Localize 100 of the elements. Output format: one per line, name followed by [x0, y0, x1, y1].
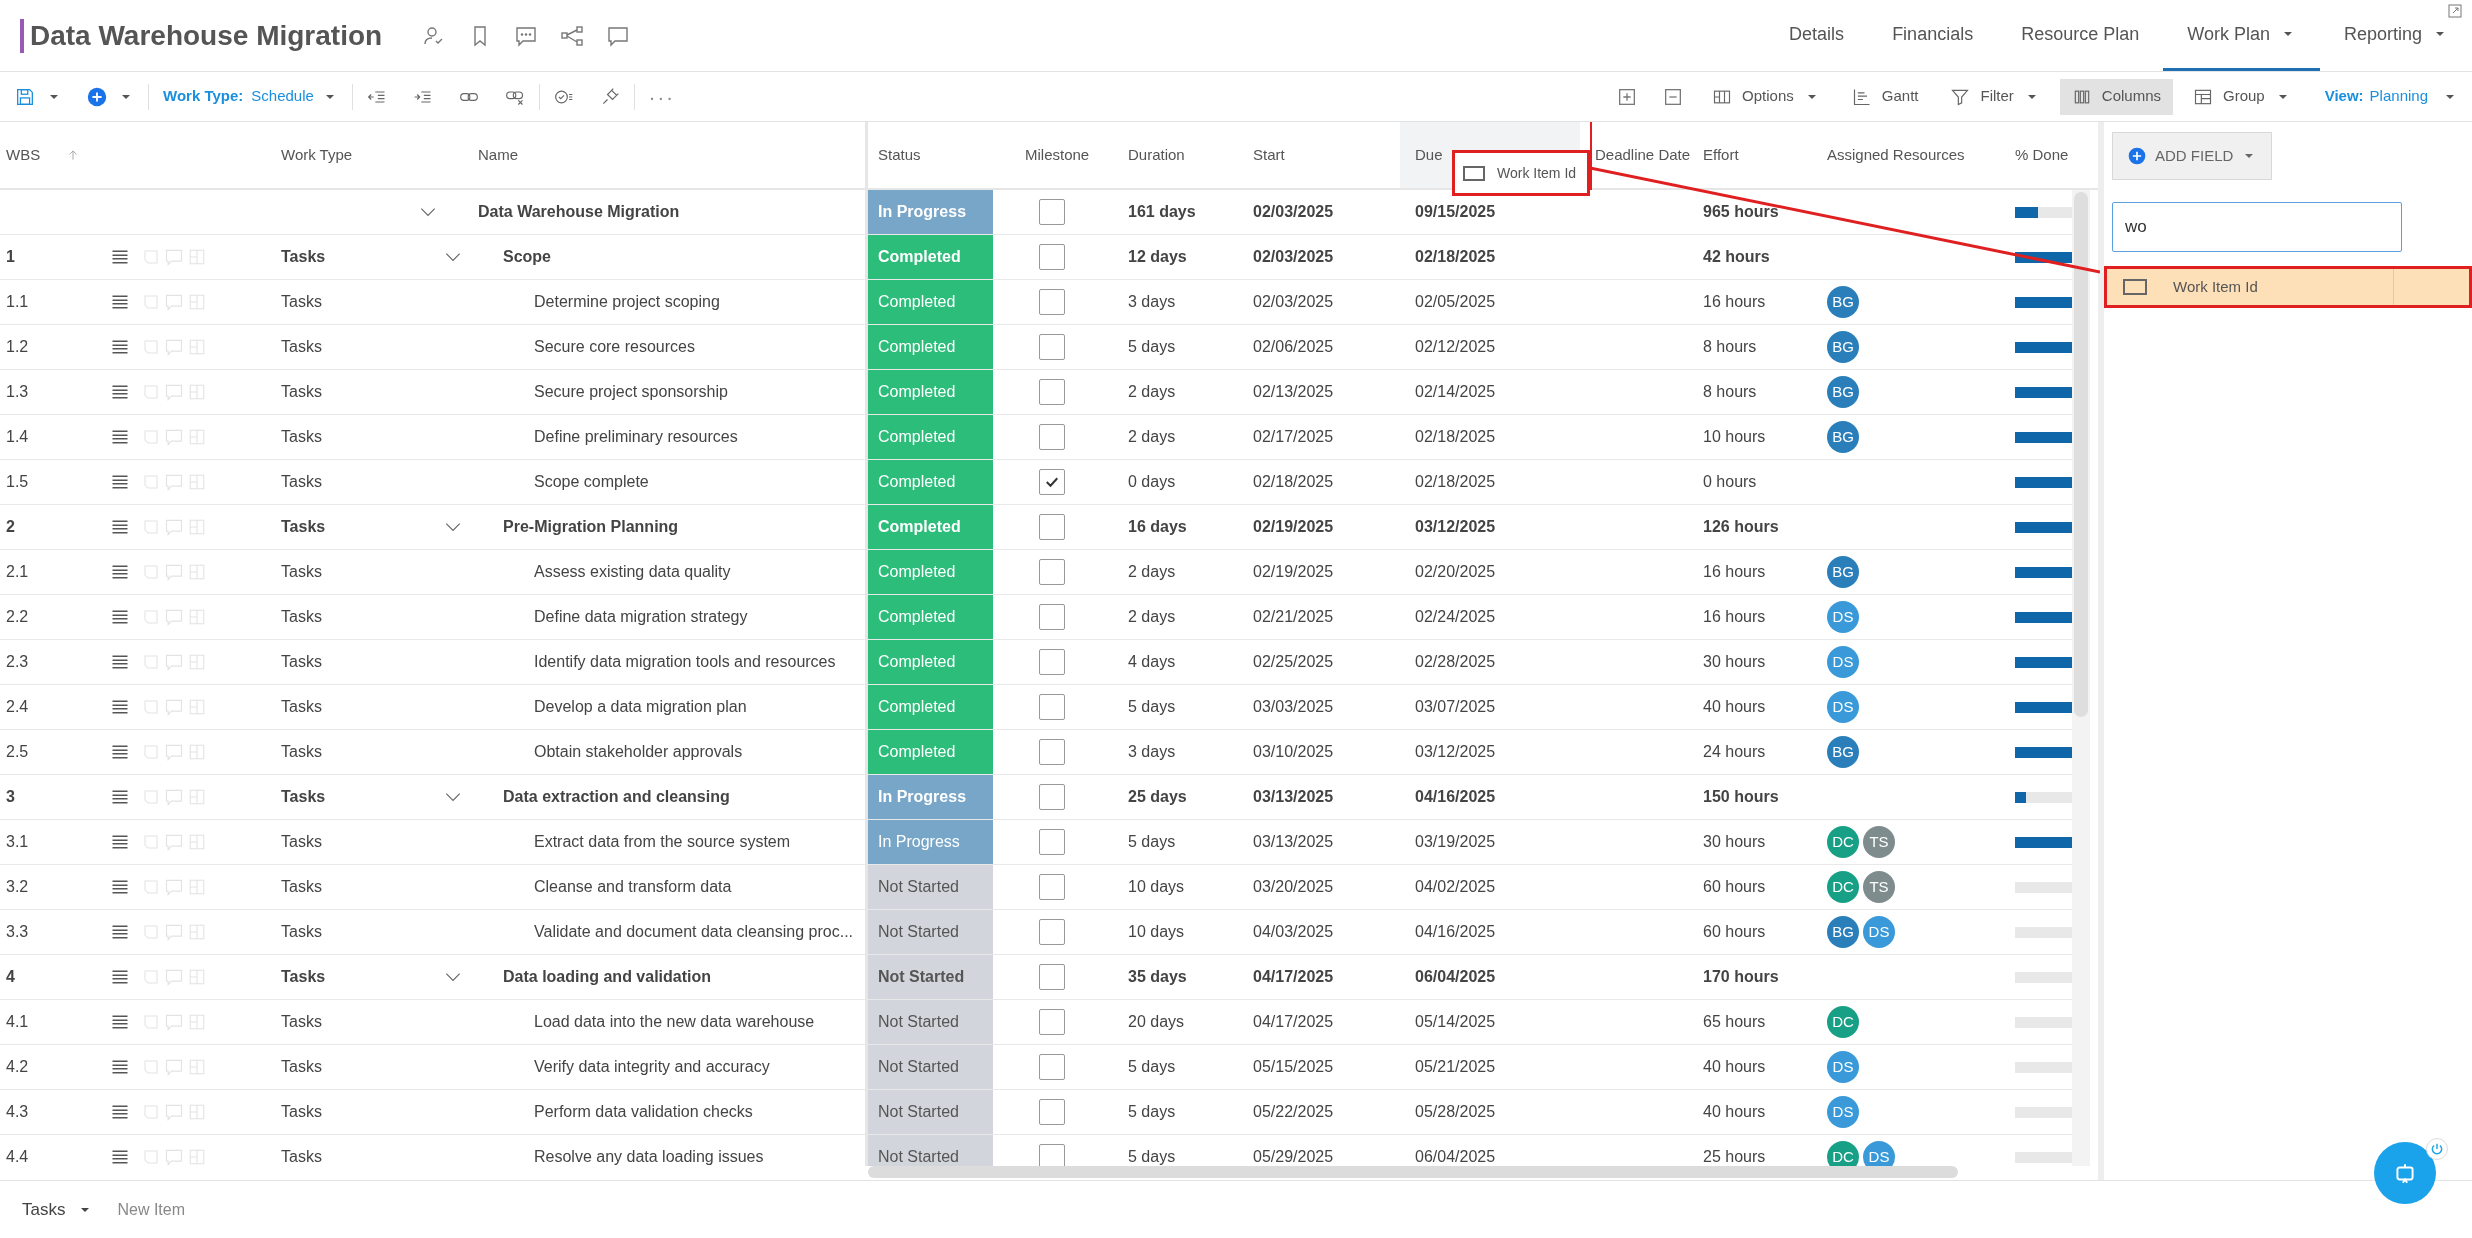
task-name[interactable]: Scope	[503, 245, 551, 269]
milestone-checkbox[interactable]	[1038, 1144, 1065, 1166]
task-name[interactable]: Determine project scoping	[534, 290, 720, 314]
drag-handle-icon[interactable]	[110, 1102, 130, 1122]
column-header[interactable]: Milestone	[1025, 143, 1090, 167]
drag-handle-icon[interactable]	[110, 607, 130, 627]
drag-handle-icon[interactable]	[110, 382, 130, 402]
column-header[interactable]: Effort	[1703, 143, 1739, 167]
task-name[interactable]: Perform data validation checks	[534, 1100, 753, 1124]
task-name[interactable]: Assess existing data quality	[534, 560, 731, 584]
drag-handle-icon[interactable]	[110, 472, 130, 492]
milestone-checkbox[interactable]	[1038, 919, 1065, 945]
milestone-checkbox[interactable]	[1038, 784, 1065, 810]
avatar[interactable]: BG	[1827, 286, 1859, 318]
drag-handle-icon[interactable]	[110, 697, 130, 717]
avatar[interactable]: BG	[1827, 421, 1859, 453]
column-header[interactable]: Duration	[1128, 143, 1185, 167]
milestone-checkbox[interactable]	[1038, 1099, 1065, 1125]
column-header[interactable]: Start	[1253, 143, 1285, 167]
toolbar-button[interactable]: Gantt	[1839, 78, 1931, 115]
task-name[interactable]: Resolve any data loading issues	[534, 1145, 764, 1166]
task-name[interactable]: Cleanse and transform data	[534, 875, 732, 899]
drag-handle-icon[interactable]	[110, 967, 130, 987]
task-name[interactable]: Secure core resources	[534, 335, 695, 359]
task-name[interactable]: Define data migration strategy	[534, 605, 748, 629]
nav-tab[interactable]: Resource Plan	[1997, 0, 2164, 71]
milestone-checkbox[interactable]	[1038, 559, 1065, 585]
nav-tab[interactable]: Reporting	[2319, 0, 2472, 71]
task-name[interactable]: Obtain stakeholder approvals	[534, 740, 743, 764]
toolbar-button[interactable]: Group	[2181, 78, 2303, 115]
add-field-button[interactable]: ADD FIELD	[2112, 132, 2273, 180]
milestone-checkbox[interactable]	[1038, 379, 1065, 405]
field-list-item[interactable]: Work Item Id	[2104, 266, 2472, 308]
drag-handle-icon[interactable]	[110, 337, 130, 357]
task-name[interactable]: Develop a data migration plan	[534, 695, 747, 719]
milestone-checkbox[interactable]	[1038, 964, 1065, 990]
task-name[interactable]: Scope complete	[534, 470, 649, 494]
add-icon[interactable]	[86, 85, 108, 108]
task-name[interactable]: Pre-Migration Planning	[503, 515, 679, 539]
column-header[interactable]: Name	[478, 143, 518, 167]
item-type-dropdown[interactable]: Tasks	[22, 1196, 94, 1223]
milestone-checkbox[interactable]	[1038, 829, 1065, 855]
drag-handle-icon[interactable]	[110, 877, 130, 897]
drag-handle-icon[interactable]	[110, 1057, 130, 1077]
nav-tab[interactable]: Work Plan	[2163, 0, 2320, 71]
drag-preview[interactable]: Work Item Id	[1452, 150, 1590, 196]
power-badge[interactable]	[2426, 1138, 2448, 1160]
add-icon[interactable]	[2127, 146, 2147, 166]
task-name[interactable]: Data extraction and cleansing	[503, 785, 730, 809]
task-name[interactable]: Load data into the new data warehouse	[534, 1010, 815, 1034]
nav-tab[interactable]: Financials	[1868, 0, 1998, 71]
task-name[interactable]: Data loading and validation	[503, 965, 712, 989]
task-name[interactable]: Data Warehouse Migration	[478, 200, 680, 224]
avatar[interactable]: BG	[1827, 736, 1859, 768]
column-header[interactable]: Work Type	[281, 143, 353, 167]
milestone-checkbox[interactable]	[1038, 1009, 1065, 1035]
drag-handle-icon[interactable]	[110, 652, 130, 672]
milestone-checkbox[interactable]	[1038, 514, 1065, 540]
avatar[interactable]: BG	[1827, 331, 1859, 363]
column-header[interactable]: WBS	[6, 143, 81, 167]
milestone-checkbox[interactable]	[1038, 1054, 1065, 1080]
milestone-checkbox[interactable]	[1038, 469, 1065, 495]
vertical-scrollbar[interactable]	[2072, 190, 2090, 1166]
task-name[interactable]: Validate and document data cleansing proc...	[534, 920, 854, 944]
task-name[interactable]: Extract data from the source system	[534, 830, 791, 854]
milestone-checkbox[interactable]	[1038, 244, 1065, 270]
milestone-checkbox[interactable]	[1038, 199, 1065, 225]
drag-handle-icon[interactable]	[110, 517, 130, 537]
avatar[interactable]: BG	[1827, 916, 1859, 948]
nav-tab[interactable]: Details	[1765, 0, 1869, 71]
milestone-checkbox[interactable]	[1038, 424, 1065, 450]
milestone-checkbox[interactable]	[1038, 694, 1065, 720]
milestone-checkbox[interactable]	[1038, 874, 1065, 900]
toolbar-button[interactable]: Filter	[1938, 78, 2052, 115]
drag-handle-icon[interactable]	[110, 562, 130, 582]
new-item-field[interactable]: New Item	[117, 1197, 418, 1222]
milestone-checkbox[interactable]	[1038, 289, 1065, 315]
more-button[interactable]: ···	[648, 81, 675, 112]
drag-handle-icon[interactable]	[110, 1012, 130, 1032]
task-name[interactable]: Identify data migration tools and resources	[534, 650, 836, 674]
drag-handle-icon[interactable]	[110, 922, 130, 942]
drag-handle-icon[interactable]	[110, 787, 130, 807]
column-header[interactable]: Assigned Resources	[1827, 143, 1965, 167]
avatar[interactable]: BG	[1827, 376, 1859, 408]
drag-handle-icon[interactable]	[110, 292, 130, 312]
work-type-dropdown[interactable]: Work Type: Schedule	[163, 85, 338, 108]
avatar[interactable]: BG	[1827, 556, 1859, 588]
column-header[interactable]: % Done	[2015, 143, 2069, 167]
expand-icon[interactable]	[2448, 4, 2462, 18]
column-header[interactable]: Due	[1415, 143, 1443, 167]
milestone-checkbox[interactable]	[1038, 739, 1065, 765]
task-name[interactable]: Verify data integrity and accuracy	[534, 1055, 770, 1079]
task-name[interactable]: Secure project sponsorship	[534, 380, 728, 404]
column-header[interactable]: Status	[878, 143, 921, 167]
milestone-checkbox[interactable]	[1038, 649, 1065, 675]
toolbar-button[interactable]: Columns	[2059, 78, 2173, 115]
drag-handle-icon[interactable]	[110, 832, 130, 852]
horizontal-scrollbar[interactable]	[868, 1166, 1958, 1178]
drag-handle-icon[interactable]	[110, 1147, 130, 1166]
milestone-checkbox[interactable]	[1038, 604, 1065, 630]
